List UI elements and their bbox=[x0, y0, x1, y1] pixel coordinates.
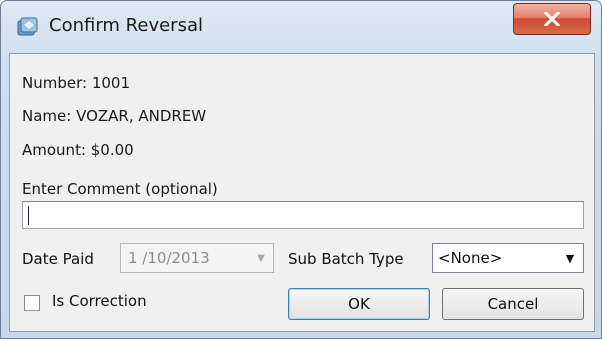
window-title: Confirm Reversal bbox=[49, 15, 203, 36]
sub-batch-type-select[interactable]: <None> ▼ bbox=[432, 243, 584, 273]
date-paid-label: Date Paid bbox=[22, 250, 94, 268]
chevron-down-icon[interactable]: ▼ bbox=[559, 247, 581, 269]
is-correction-checkbox[interactable] bbox=[24, 295, 40, 311]
ok-button[interactable]: OK bbox=[288, 288, 430, 320]
text-caret bbox=[28, 206, 29, 225]
amount-text: Amount: $0.00 bbox=[22, 141, 134, 159]
title-bar: Confirm Reversal bbox=[1, 1, 601, 53]
sub-batch-type-label: Sub Batch Type bbox=[288, 250, 404, 268]
comment-label: Enter Comment (optional) bbox=[22, 180, 218, 198]
number-text: Number: 1001 bbox=[22, 74, 130, 92]
dialog-body: Number: 1001 Name: VOZAR, ANDREW Amount:… bbox=[9, 53, 595, 332]
close-icon bbox=[544, 12, 560, 26]
date-paid-picker[interactable]: 1 /10/2013 ▼ bbox=[120, 243, 274, 273]
close-button[interactable] bbox=[513, 3, 591, 35]
cancel-button[interactable]: Cancel bbox=[442, 288, 584, 320]
is-correction-label[interactable]: Is Correction bbox=[52, 292, 147, 310]
confirm-reversal-dialog: Confirm Reversal Number: 1001 Name: VOZA… bbox=[0, 0, 602, 339]
comment-input[interactable] bbox=[22, 201, 584, 229]
date-paid-value: 1 /10/2013 bbox=[128, 249, 210, 267]
sub-batch-type-value: <None> bbox=[438, 249, 503, 267]
app-icon bbox=[15, 15, 41, 39]
name-text: Name: VOZAR, ANDREW bbox=[22, 107, 207, 125]
chevron-down-icon[interactable]: ▼ bbox=[251, 247, 271, 269]
